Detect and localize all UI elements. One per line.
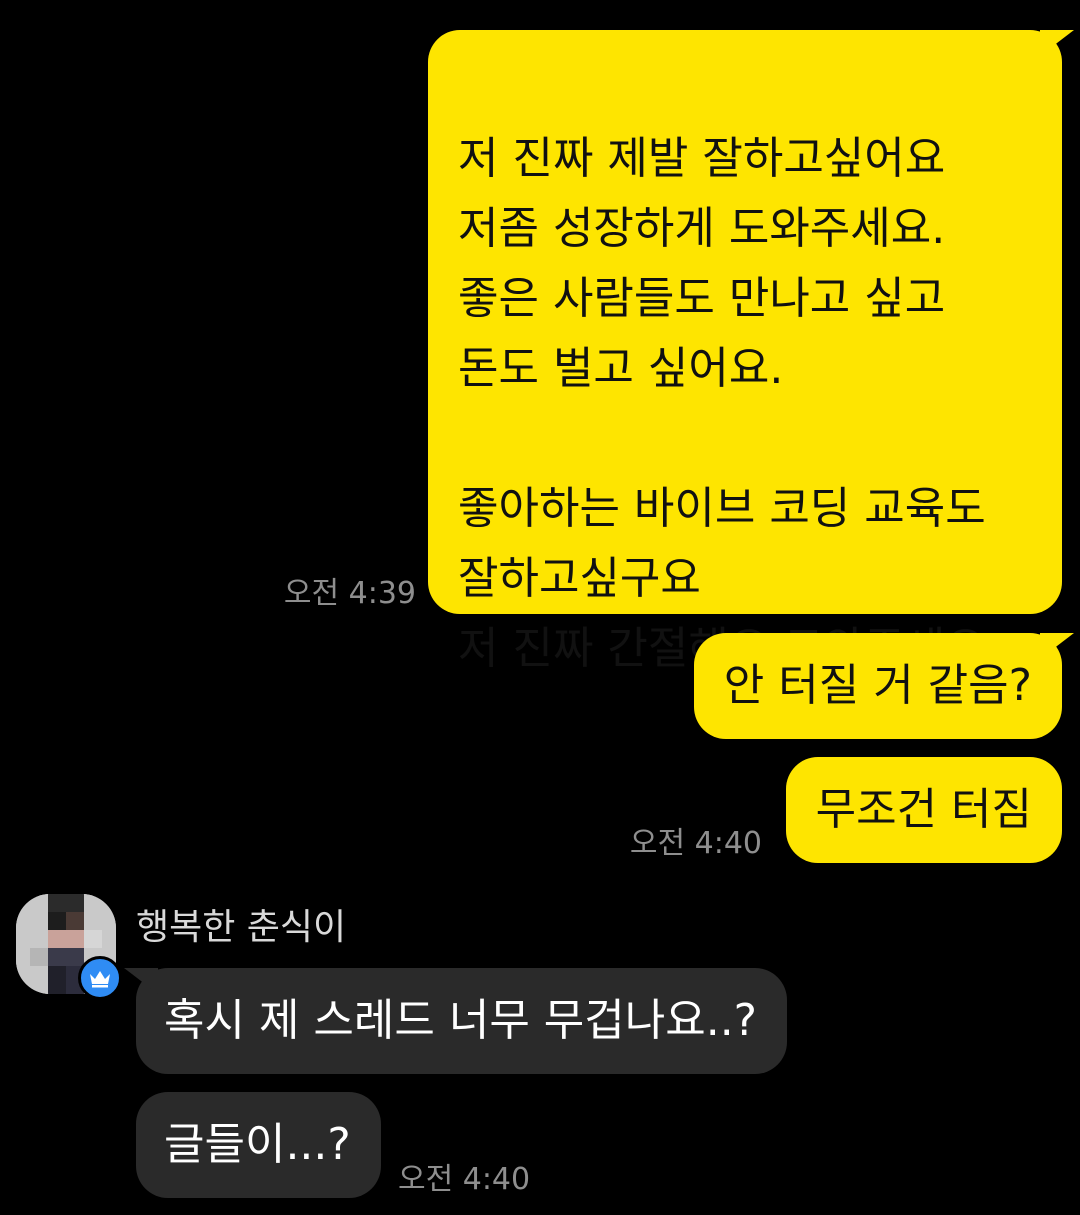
message-text: 글들이...? [164,1119,351,1170]
message-text: 안 터질 거 같음? [723,660,1032,711]
chat-room: 저 진짜 제발 잘하고싶어요 저좀 성장하게 도와주세요. 좋은 사람들도 만나… [0,0,1080,1215]
my-message-bubble[interactable]: 무조건 터짐 [785,757,1062,863]
message-timestamp: 오전 4:40 [398,1162,531,1197]
message-text: 무조건 터짐 [815,784,1032,835]
crown-icon [78,956,122,1000]
sender-name: 행복한 춘식이 [136,907,347,948]
message-timestamp: 오전 4:39 [283,576,416,611]
their-message-bubble[interactable]: 글들이...? [136,1092,381,1198]
my-message-bubble[interactable]: 안 터질 거 같음? [693,633,1062,739]
my-message-bubble[interactable]: 저 진짜 제발 잘하고싶어요 저좀 성장하게 도와주세요. 좋은 사람들도 만나… [428,30,1062,674]
message-timestamp: 오전 4:40 [629,826,762,861]
their-message-bubble[interactable]: 혹시 제 스레드 너무 무겁나요..? [136,968,788,1074]
message-text: 저 진짜 제발 잘하고싶어요 저좀 성장하게 도와주세요. 좋은 사람들도 만나… [458,133,986,674]
message-text: 혹시 제 스레드 너무 무겁나요..? [164,995,758,1046]
